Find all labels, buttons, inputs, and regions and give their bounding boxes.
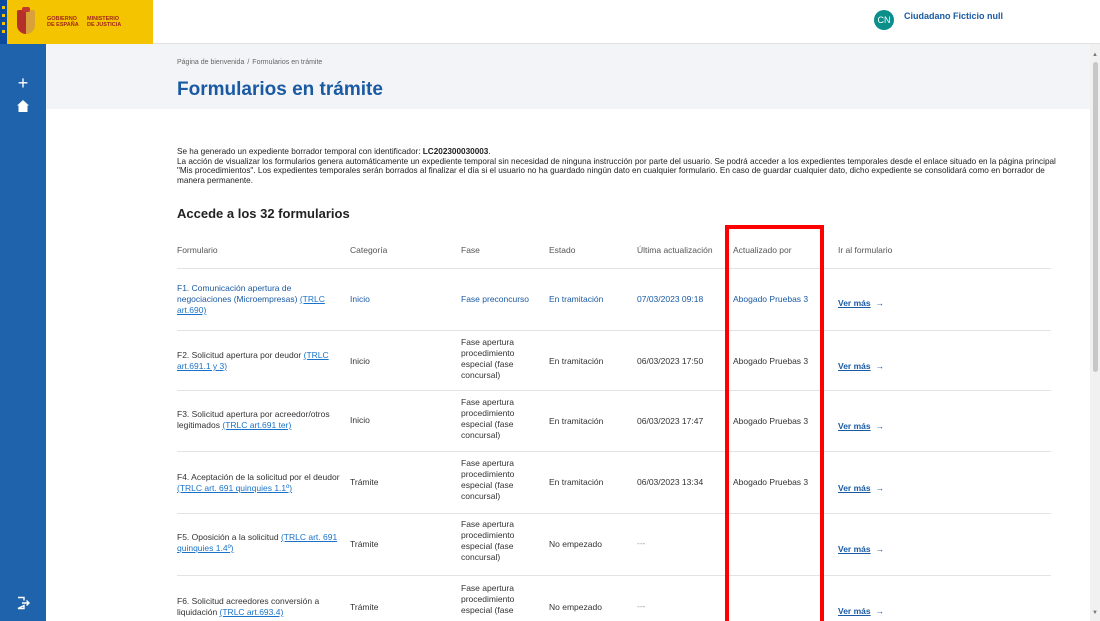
table-cell-fase: Fase apertura procedimiento especial (fa…	[461, 583, 515, 615]
arrow-right-icon[interactable]: →	[876, 361, 885, 372]
table-cell-fase: Fase preconcurso	[461, 294, 530, 304]
info-body: La acción de visualizar los formularios …	[177, 156, 1056, 185]
table-cell-fase: Fase apertura procedimiento especial (fa…	[461, 519, 515, 562]
arrow-right-icon[interactable]: →	[876, 421, 885, 432]
table-cell-estado: En tramitación	[549, 294, 604, 304]
highlight-box	[725, 225, 824, 621]
info-suffix: .	[488, 147, 491, 156]
page-title: Formularios en trámite	[177, 79, 383, 100]
plus-icon[interactable]: +	[0, 74, 46, 92]
user-name[interactable]: Ciudadano Ficticio null	[904, 11, 1003, 21]
table-divider	[177, 390, 1051, 391]
law-link[interactable]: (TRLC art.691 ter)	[222, 420, 291, 430]
scrollbar-thumb[interactable]	[1093, 62, 1098, 372]
table-cell-fecha: ---	[637, 601, 646, 611]
scroll-up-icon[interactable]: ▲	[1092, 52, 1098, 58]
table-cell-estado: En tramitación	[549, 416, 604, 426]
avatar[interactable]: CN	[874, 10, 894, 30]
table-cell-fecha: 06/03/2023 17:47	[637, 416, 704, 426]
table-row-form-name: F1. Comunicación apertura de negociacion…	[177, 283, 342, 316]
arrow-right-icon[interactable]: →	[876, 606, 885, 617]
ver-mas-link[interactable]: Ver más →	[838, 544, 884, 555]
breadcrumb-home[interactable]: Página de bienvenida	[177, 59, 244, 66]
breadcrumb-separator: /	[247, 59, 250, 66]
top-header: GOBIERNO DE ESPAÑA MINISTERIO DE JUSTICI…	[0, 0, 1100, 44]
table-cell-categoria: Trámite	[350, 602, 379, 612]
table-row-form-name: F4. Aceptación de la solicitud por el de…	[177, 472, 342, 494]
sidebar: +	[0, 44, 46, 621]
ver-mas-link[interactable]: Ver más →	[838, 421, 884, 432]
table-cell-fecha: 06/03/2023 17:50	[637, 356, 704, 366]
table-row-form-name: F2. Solicitud apertura por deudor (TRLC …	[177, 350, 342, 372]
scroll-down-icon[interactable]: ▼	[1092, 610, 1098, 616]
header-categoria: Categoría	[350, 245, 388, 255]
table-divider	[177, 451, 1051, 452]
law-link[interactable]: (TRLC art. 691 quinquies 1.1º)	[177, 483, 292, 493]
eu-stripe	[0, 0, 7, 44]
home-icon[interactable]	[0, 99, 46, 115]
form-title: F1. Comunicación apertura de negociacion…	[177, 283, 300, 304]
expediente-id: LC202300030003	[422, 147, 489, 156]
arrow-right-icon[interactable]: →	[876, 483, 885, 494]
table-row-form-name: F6. Solicitud acreedores conversión a li…	[177, 596, 342, 618]
table-cell-categoria: Trámite	[350, 477, 379, 487]
table-cell-fecha: 06/03/2023 13:34	[637, 477, 704, 487]
arrow-right-icon[interactable]: →	[876, 544, 885, 555]
table-cell-estado: En tramitación	[549, 356, 604, 366]
table-divider	[177, 268, 1051, 269]
form-title: F2. Solicitud apertura por deudor	[177, 350, 304, 360]
table-cell-estado: En tramitación	[549, 477, 604, 487]
table-row-form-name: F5. Oposición a la solicitud (TRLC art. …	[177, 532, 342, 554]
ver-mas-link[interactable]: Ver más →	[838, 483, 884, 494]
law-link[interactable]: (TRLC art.693.4)	[220, 607, 284, 617]
header-estado: Estado	[549, 245, 576, 255]
info-prefix: Se ha generado un expediente borrador te…	[177, 147, 423, 156]
table-cell-fase: Fase apertura procedimiento especial (fa…	[461, 458, 515, 501]
table-cell-categoria: Inicio	[350, 356, 370, 366]
section-title: Accede a los 32 formularios	[177, 206, 350, 221]
header-ultima-actualizacion: Última actualización	[637, 245, 713, 255]
form-title: F4. Aceptación de la solicitud por el de…	[177, 472, 340, 482]
header-formulario: Formulario	[177, 245, 218, 255]
table-cell-categoria: Inicio	[350, 294, 370, 304]
table-cell-fecha: ---	[637, 538, 646, 548]
table-cell-fase: Fase apertura procedimiento especial (fa…	[461, 337, 515, 380]
table-cell-fecha: 07/03/2023 09:18	[637, 294, 704, 304]
table-cell-categoria: Inicio	[350, 415, 370, 425]
ver-mas-label[interactable]: Ver más	[838, 298, 871, 308]
arrow-right-icon[interactable]: →	[876, 298, 885, 309]
ver-mas-label[interactable]: Ver más	[838, 361, 871, 371]
header-fase: Fase	[461, 245, 480, 255]
table-cell-categoria: Trámite	[350, 539, 379, 549]
ver-mas-label[interactable]: Ver más	[838, 483, 871, 493]
government-logo[interactable]: GOBIERNO DE ESPAÑA MINISTERIO DE JUSTICI…	[0, 0, 153, 44]
ver-mas-link[interactable]: Ver más →	[838, 606, 884, 617]
table-row-form-name: F3. Solicitud apertura por acreedor/otro…	[177, 409, 342, 431]
coat-of-arms-icon	[13, 7, 39, 37]
ver-mas-label[interactable]: Ver más	[838, 421, 871, 431]
ver-mas-label[interactable]: Ver más	[838, 544, 871, 554]
ver-mas-link[interactable]: Ver más →	[838, 361, 884, 372]
gov-label: GOBIERNO DE ESPAÑA	[47, 16, 79, 28]
breadcrumb-current: Formularios en trámite	[252, 59, 323, 66]
table-cell-estado: No empezado	[549, 539, 602, 549]
header-ir-formulario: Ir al formulario	[838, 245, 893, 255]
ver-mas-link[interactable]: Ver más →	[838, 298, 884, 309]
ministry-label: MINISTERIO DE JUSTICIA	[87, 16, 122, 28]
table-cell-fase: Fase apertura procedimiento especial (fa…	[461, 397, 515, 440]
logout-icon[interactable]	[0, 596, 46, 612]
ver-mas-label[interactable]: Ver más	[838, 606, 871, 616]
breadcrumb: Página de bienvenida / Formularios en trám…	[177, 59, 322, 66]
table-cell-estado: No empezado	[549, 602, 602, 612]
info-text: Se ha generado un expediente borrador te…	[177, 147, 1057, 185]
user-menu[interactable]: CN Ciudadano Ficticio null	[874, 8, 1003, 30]
form-title: F5. Oposición a la solicitud	[177, 532, 281, 542]
table-divider	[177, 575, 1051, 576]
table-divider	[177, 330, 1051, 331]
table-divider	[177, 513, 1051, 514]
